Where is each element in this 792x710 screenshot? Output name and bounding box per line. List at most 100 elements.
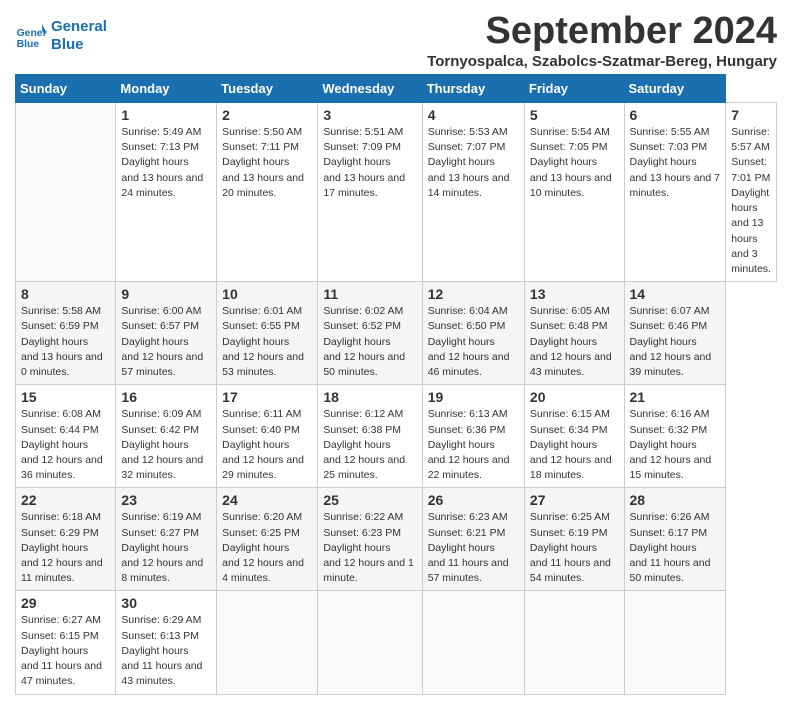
calendar-week-row: 15Sunrise: 6:08 AMSunset: 6:44 PMDayligh…	[16, 385, 777, 488]
title-area: September 2024 Tornyospalca, Szabolcs-Sz…	[427, 10, 777, 70]
calendar-day-cell	[624, 591, 726, 694]
logo-icon: General Blue	[15, 20, 47, 52]
day-number: 20	[530, 389, 619, 405]
calendar-day-cell: 4Sunrise: 5:53 AMSunset: 7:07 PMDaylight…	[422, 103, 524, 282]
day-number: 2	[222, 107, 312, 123]
day-number: 18	[323, 389, 416, 405]
calendar-day-cell: 15Sunrise: 6:08 AMSunset: 6:44 PMDayligh…	[16, 385, 116, 488]
weekday-header-cell: Friday	[524, 75, 624, 103]
logo-text: GeneralBlue	[51, 18, 107, 54]
day-number: 9	[121, 286, 211, 302]
calendar-day-cell: 6Sunrise: 5:55 AMSunset: 7:03 PMDaylight…	[624, 103, 726, 282]
calendar-day-cell	[422, 591, 524, 694]
calendar-day-cell: 29 Sunrise: 6:27 AMSunset: 6:15 PMDayligh…	[16, 591, 116, 694]
logo: General Blue GeneralBlue	[15, 18, 107, 54]
calendar-day-cell: 26 Sunrise: 6:23 AMSunset: 6:21 PMDayligh…	[422, 488, 524, 591]
calendar-week-row: 8 Sunrise: 5:58 AMSunset: 6:59 PMDaylight…	[16, 282, 777, 385]
day-number: 6	[630, 107, 721, 123]
calendar-day-cell: 24 Sunrise: 6:20 AMSunset: 6:25 PMDayligh…	[217, 488, 318, 591]
day-info: Sunrise: 5:54 AMSunset: 7:05 PMDaylight …	[530, 125, 619, 201]
day-info: Sunrise: 6:01 AMSunset: 6:55 PMDaylight …	[222, 304, 312, 380]
location-subtitle: Tornyospalca, Szabolcs-Szatmar-Bereg, Hu…	[427, 53, 777, 70]
day-number: 22	[21, 492, 110, 508]
day-info: Sunrise: 5:51 AMSunset: 7:09 PMDaylight …	[323, 125, 416, 201]
day-info: Sunrise: 6:25 AMSunset: 6:19 PMDaylight …	[530, 510, 619, 586]
day-info: Sunrise: 6:16 AMSunset: 6:32 PMDaylight …	[630, 407, 721, 483]
calendar-table: SundayMondayTuesdayWednesdayThursdayFrid…	[15, 74, 777, 695]
day-info: Sunrise: 6:11 AMSunset: 6:40 PMDaylight …	[222, 407, 312, 483]
day-number: 3	[323, 107, 416, 123]
day-number: 29	[21, 595, 110, 611]
day-info: Sunrise: 6:15 AMSunset: 6:34 PMDaylight …	[530, 407, 619, 483]
svg-text:Blue: Blue	[17, 39, 40, 50]
calendar-day-cell: 10 Sunrise: 6:01 AMSunset: 6:55 PMDayligh…	[217, 282, 318, 385]
day-number: 27	[530, 492, 619, 508]
calendar-day-cell: 12Sunrise: 6:04 AMSunset: 6:50 PMDayligh…	[422, 282, 524, 385]
day-number: 13	[530, 286, 619, 302]
day-info: Sunrise: 6:27 AMSunset: 6:15 PMDaylight …	[21, 613, 110, 689]
day-info: Sunrise: 5:58 AMSunset: 6:59 PMDaylight …	[21, 304, 110, 380]
day-number: 1	[121, 107, 211, 123]
calendar-day-cell	[524, 591, 624, 694]
calendar-day-cell: 30 Sunrise: 6:29 AMSunset: 6:13 PMDayligh…	[116, 591, 217, 694]
weekday-header-cell: Thursday	[422, 75, 524, 103]
calendar-day-cell	[16, 103, 116, 282]
day-number: 24	[222, 492, 312, 508]
calendar-day-cell: 19Sunrise: 6:13 AMSunset: 6:36 PMDayligh…	[422, 385, 524, 488]
day-number: 7	[731, 107, 771, 123]
month-title: September 2024	[427, 10, 777, 53]
header: General Blue GeneralBlue September 2024 …	[15, 10, 777, 70]
day-number: 16	[121, 389, 211, 405]
calendar-day-cell: 27 Sunrise: 6:25 AMSunset: 6:19 PMDayligh…	[524, 488, 624, 591]
calendar-day-cell: 28Sunrise: 6:26 AMSunset: 6:17 PMDayligh…	[624, 488, 726, 591]
day-number: 21	[630, 389, 721, 405]
calendar-day-cell: 17Sunrise: 6:11 AMSunset: 6:40 PMDayligh…	[217, 385, 318, 488]
calendar-day-cell: 3 Sunrise: 5:51 AMSunset: 7:09 PMDaylight…	[318, 103, 422, 282]
day-info: Sunrise: 6:07 AMSunset: 6:46 PMDaylight …	[630, 304, 721, 380]
day-info: Sunrise: 6:02 AMSunset: 6:52 PMDaylight …	[323, 304, 416, 380]
calendar-day-cell: 20 Sunrise: 6:15 AMSunset: 6:34 PMDayligh…	[524, 385, 624, 488]
day-info: Sunrise: 6:19 AMSunset: 6:27 PMDaylight …	[121, 510, 211, 586]
calendar-day-cell: 8 Sunrise: 5:58 AMSunset: 6:59 PMDaylight…	[16, 282, 116, 385]
calendar-day-cell: 7 Sunrise: 5:57 AMSunset: 7:01 PMDaylight…	[726, 103, 777, 282]
day-number: 14	[630, 286, 721, 302]
day-number: 26	[428, 492, 519, 508]
day-info: Sunrise: 5:57 AMSunset: 7:01 PMDaylight …	[731, 125, 771, 277]
day-info: Sunrise: 6:22 AMSunset: 6:23 PMDaylight …	[323, 510, 416, 586]
weekday-header-row: SundayMondayTuesdayWednesdayThursdayFrid…	[16, 75, 777, 103]
day-info: Sunrise: 6:09 AMSunset: 6:42 PMDaylight …	[121, 407, 211, 483]
day-number: 10	[222, 286, 312, 302]
weekday-header-cell: Monday	[116, 75, 217, 103]
day-number: 15	[21, 389, 110, 405]
day-info: Sunrise: 6:12 AMSunset: 6:38 PMDaylight …	[323, 407, 416, 483]
calendar-day-cell: 13Sunrise: 6:05 AMSunset: 6:48 PMDayligh…	[524, 282, 624, 385]
calendar-day-cell: 1 Sunrise: 5:49 AMSunset: 7:13 PMDaylight…	[116, 103, 217, 282]
day-number: 25	[323, 492, 416, 508]
calendar-day-cell: 18 Sunrise: 6:12 AMSunset: 6:38 PMDayligh…	[318, 385, 422, 488]
calendar-week-row: 22 Sunrise: 6:18 AMSunset: 6:29 PMDayligh…	[16, 488, 777, 591]
day-info: Sunrise: 6:26 AMSunset: 6:17 PMDaylight …	[630, 510, 721, 586]
calendar-body: 1 Sunrise: 5:49 AMSunset: 7:13 PMDaylight…	[16, 103, 777, 695]
calendar-day-cell: 25 Sunrise: 6:22 AMSunset: 6:23 PMDayligh…	[318, 488, 422, 591]
day-number: 8	[21, 286, 110, 302]
calendar-week-row: 1 Sunrise: 5:49 AMSunset: 7:13 PMDaylight…	[16, 103, 777, 282]
weekday-header-cell: Saturday	[624, 75, 726, 103]
calendar-day-cell: 5 Sunrise: 5:54 AMSunset: 7:05 PMDaylight…	[524, 103, 624, 282]
calendar-day-cell: 23 Sunrise: 6:19 AMSunset: 6:27 PMDayligh…	[116, 488, 217, 591]
day-info: Sunrise: 6:13 AMSunset: 6:36 PMDaylight …	[428, 407, 519, 483]
calendar-day-cell: 14 Sunrise: 6:07 AMSunset: 6:46 PMDayligh…	[624, 282, 726, 385]
calendar-day-cell: 11Sunrise: 6:02 AMSunset: 6:52 PMDayligh…	[318, 282, 422, 385]
day-number: 5	[530, 107, 619, 123]
calendar-day-cell: 22 Sunrise: 6:18 AMSunset: 6:29 PMDayligh…	[16, 488, 116, 591]
calendar-day-cell: 9Sunrise: 6:00 AMSunset: 6:57 PMDaylight…	[116, 282, 217, 385]
day-info: Sunrise: 6:18 AMSunset: 6:29 PMDaylight …	[21, 510, 110, 586]
day-info: Sunrise: 6:20 AMSunset: 6:25 PMDaylight …	[222, 510, 312, 586]
calendar-day-cell: 16 Sunrise: 6:09 AMSunset: 6:42 PMDayligh…	[116, 385, 217, 488]
day-info: Sunrise: 6:29 AMSunset: 6:13 PMDaylight …	[121, 613, 211, 689]
day-number: 23	[121, 492, 211, 508]
day-info: Sunrise: 5:53 AMSunset: 7:07 PMDaylight …	[428, 125, 519, 201]
day-info: Sunrise: 6:23 AMSunset: 6:21 PMDaylight …	[428, 510, 519, 586]
day-info: Sunrise: 5:49 AMSunset: 7:13 PMDaylight …	[121, 125, 211, 201]
calendar-day-cell: 2Sunrise: 5:50 AMSunset: 7:11 PMDaylight…	[217, 103, 318, 282]
day-number: 30	[121, 595, 211, 611]
